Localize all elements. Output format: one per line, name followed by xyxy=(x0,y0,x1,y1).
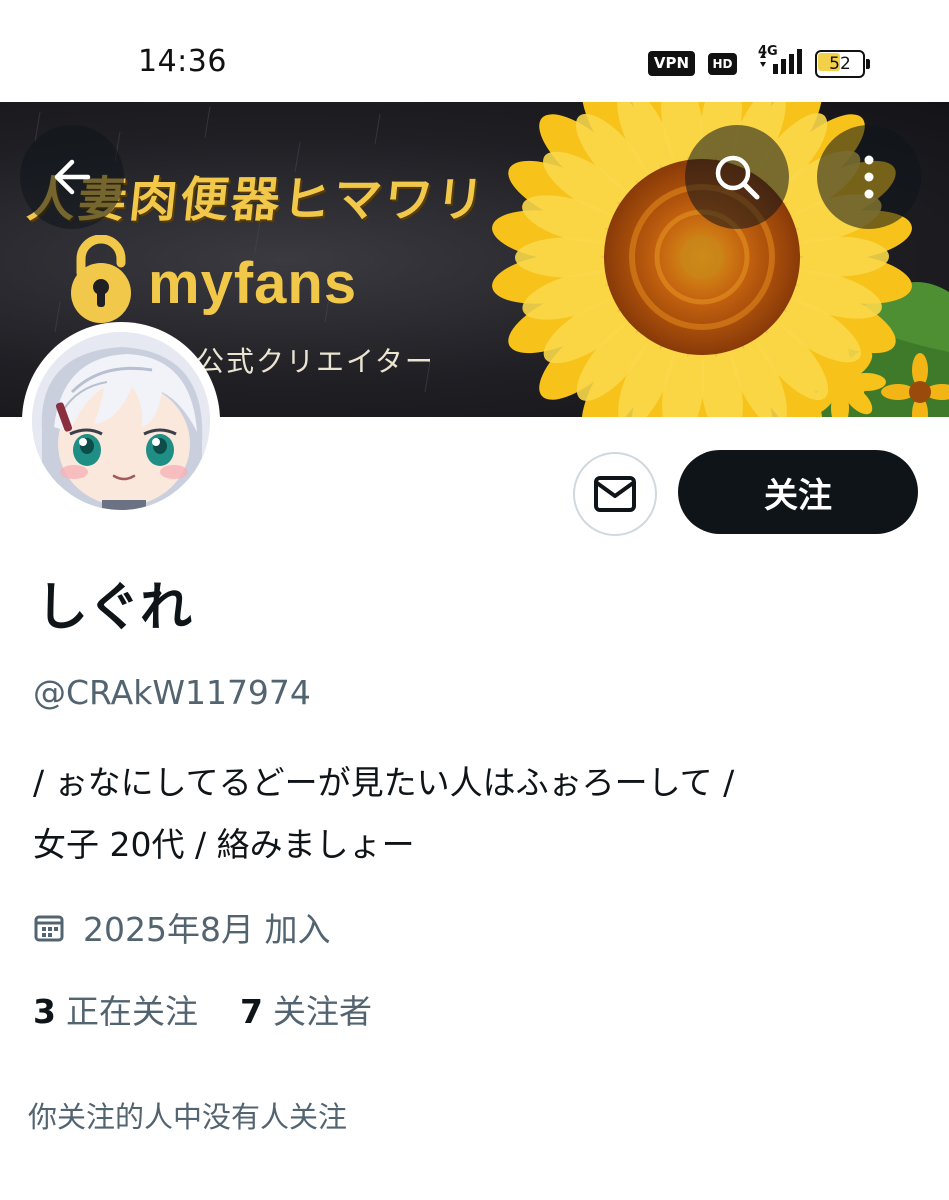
banner-brand: myfans xyxy=(148,251,358,316)
bio-line: 女子 20代 / 絡みましょー xyxy=(33,825,415,864)
user-handle: @CRAkW117974 xyxy=(33,673,311,712)
battery-icon: 52 xyxy=(815,50,871,78)
battery-level: 52 xyxy=(829,54,851,74)
bio-line: / ぉなにしてるどーが見たい人はふぉろーして / xyxy=(33,763,735,802)
back-button[interactable] xyxy=(20,125,124,229)
search-icon xyxy=(715,155,760,200)
join-date-text: 2025年8月 加入 xyxy=(83,910,331,949)
lock-icon xyxy=(71,235,131,323)
avatar-image xyxy=(32,332,210,510)
search-button[interactable] xyxy=(685,125,789,229)
join-date: 2025年8月 加入 xyxy=(33,902,330,952)
hd-badge: HD xyxy=(708,53,737,75)
calendar-icon xyxy=(34,915,64,942)
status-bar: 14:36 VPN HD 4G 52 xyxy=(0,0,949,102)
mail-icon xyxy=(594,476,636,512)
followers-link[interactable]: 7 关注者 xyxy=(240,985,372,1033)
status-time: 14:36 xyxy=(138,44,227,79)
message-button[interactable] xyxy=(573,452,657,536)
more-vertical-icon xyxy=(864,155,874,199)
avatar[interactable] xyxy=(22,322,220,520)
following-count: 3 xyxy=(33,992,56,1031)
vpn-badge: VPN xyxy=(648,51,695,76)
display-name: しぐれ xyxy=(36,578,193,638)
banner-subtitle: 公式クリエイター xyxy=(196,345,435,378)
follow-button[interactable]: 关注 xyxy=(678,450,918,534)
following-link[interactable]: 3 正在关注 xyxy=(33,985,198,1033)
followers-count: 7 xyxy=(239,992,263,1031)
arrow-left-icon xyxy=(54,159,91,195)
more-button[interactable] xyxy=(817,125,921,229)
followers-label: 关注者 xyxy=(272,992,372,1031)
profile-bio: / ぉなにしてるどーが見たい人はふぉろーして / 女子 20代 / 絡みましょー xyxy=(33,752,923,876)
network-type: 4G xyxy=(758,44,778,59)
mutual-followers-note: 你关注的人中没有人关注 xyxy=(28,1100,348,1134)
following-label: 正在关注 xyxy=(65,992,198,1031)
follow-stats: 3 正在关注 7 关注者 xyxy=(33,985,372,1033)
